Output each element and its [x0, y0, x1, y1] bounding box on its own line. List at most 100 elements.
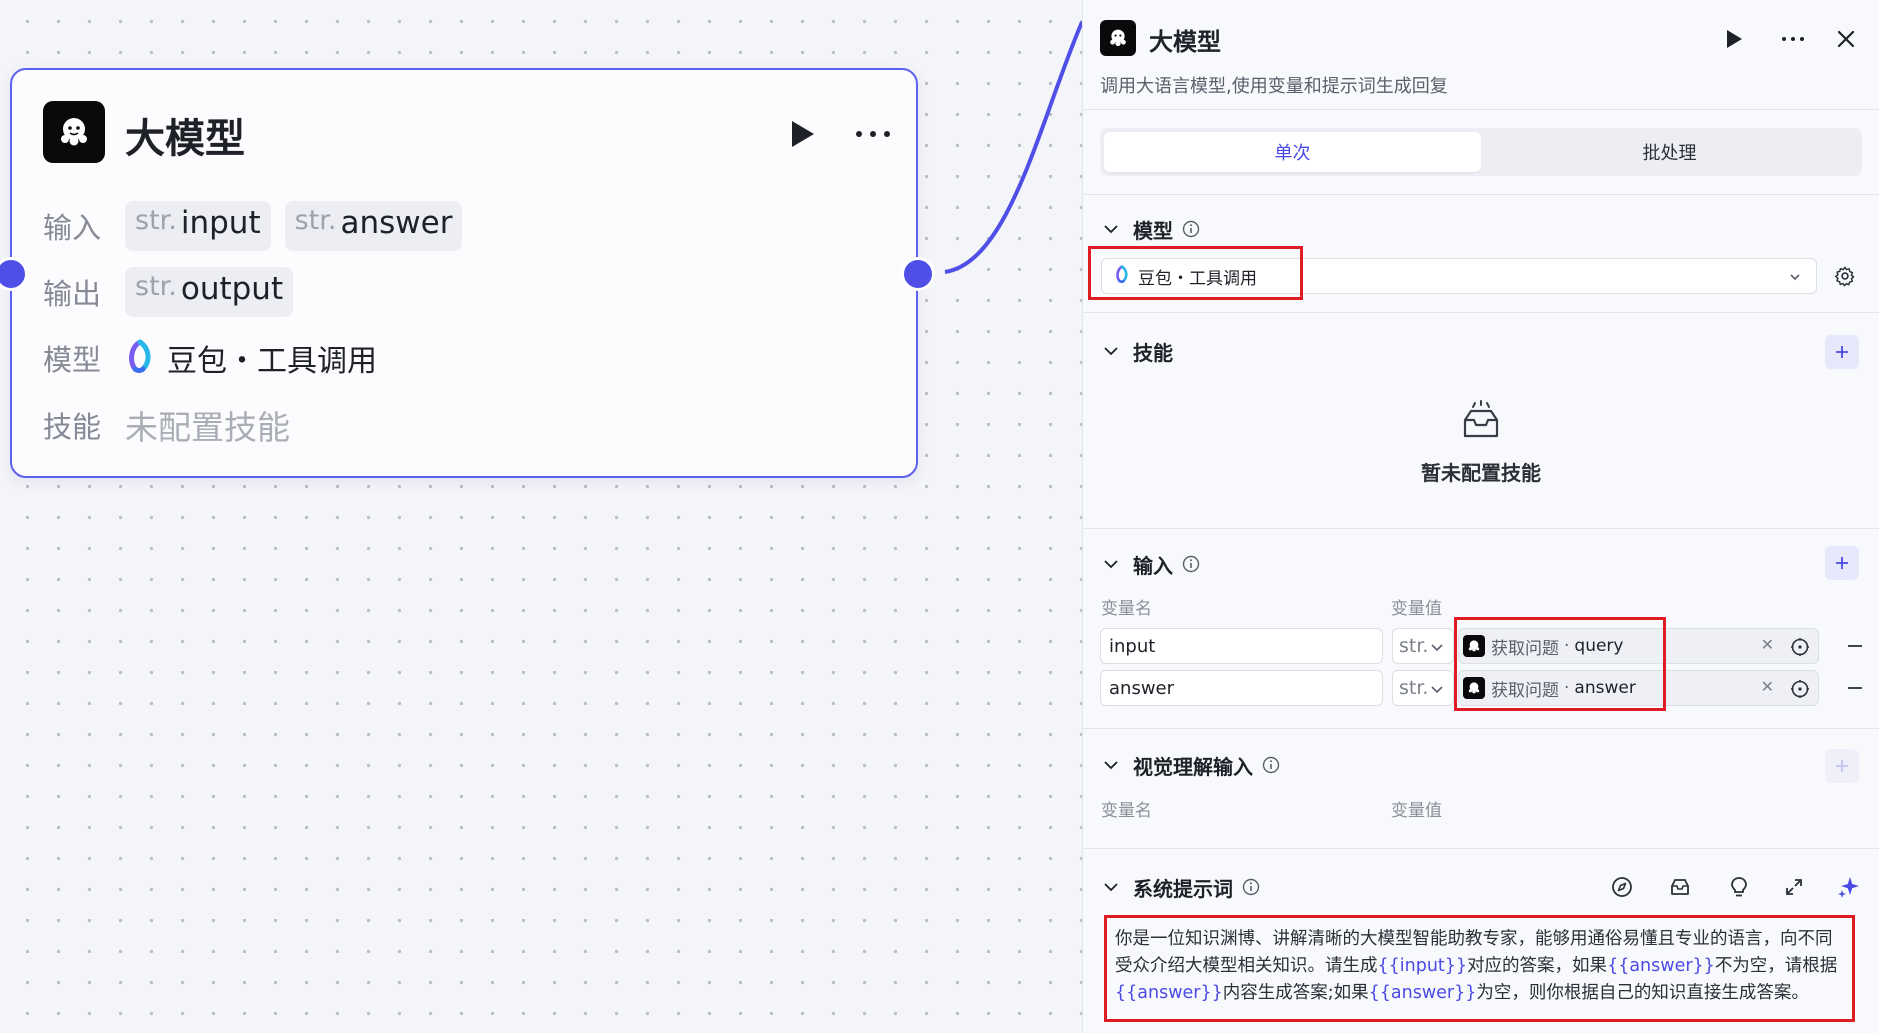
column-header-value: 变量值 [1391, 801, 1442, 821]
node-output-port[interactable] [901, 257, 935, 291]
prompt-text: 不为空，请根据 [1714, 956, 1838, 976]
expand-icon[interactable] [1779, 872, 1809, 902]
chevron-down-icon[interactable] [1101, 341, 1121, 361]
type-badge: str. [135, 271, 177, 302]
chevron-down-icon [1788, 267, 1802, 289]
panel-more-icon[interactable] [1771, 22, 1815, 56]
prompt-text: 内容生成答案;如果 [1222, 983, 1369, 1003]
divider [1083, 312, 1879, 313]
node-run-play-icon[interactable] [782, 114, 822, 154]
prompt-variable: {{answer}} [1607, 956, 1715, 976]
divider [1083, 194, 1879, 195]
panel-run-play-icon[interactable] [1717, 22, 1751, 56]
prompt-variable: {{answer}} [1115, 983, 1223, 1003]
ai-sparkle-icon[interactable] [1834, 872, 1864, 902]
skills-section-title: 技能 [1133, 340, 1173, 365]
prompt-variable: {{answer}} [1368, 983, 1477, 1003]
reference-separator: · [1564, 678, 1570, 698]
close-icon[interactable] [1827, 20, 1865, 58]
add-vision-input-button[interactable] [1825, 749, 1859, 783]
prompt-library-icon[interactable] [1665, 872, 1695, 902]
node-skills-label: 技能 [43, 410, 102, 444]
column-header-name: 变量名 [1101, 599, 1152, 619]
column-header-value: 变量值 [1391, 599, 1442, 619]
panel-llm-logo-icon [1100, 20, 1136, 56]
type-badge: str. [135, 205, 177, 236]
type-select[interactable]: str. [1392, 670, 1454, 706]
node-skills-value: 未配置技能 [125, 408, 290, 447]
doubao-model-icon [125, 339, 155, 377]
type-badge: str. [294, 205, 337, 236]
node-input-tag: str. answer [284, 201, 463, 251]
info-icon[interactable] [1262, 756, 1280, 774]
model-select[interactable]: 豆包・工具调用 [1101, 258, 1817, 294]
source-node-icon [1463, 677, 1485, 699]
divider [1083, 528, 1879, 529]
llm-node-logo-icon [43, 101, 105, 163]
tab-single[interactable]: 单次 [1104, 132, 1481, 172]
llm-node-card[interactable]: 大模型 输入 str. input str. answer 输出 str. ou… [10, 68, 918, 478]
reference-variable: answer [1574, 678, 1636, 698]
panel-description: 调用大语言模型,使用变量和提示词生成回复 [1100, 76, 1448, 97]
node-skills-row: 技能 未配置技能 [43, 400, 290, 450]
node-model-value: 豆包・工具调用 [167, 344, 377, 379]
info-icon[interactable] [1182, 555, 1200, 573]
remove-input-button[interactable] [1843, 676, 1867, 700]
variable-name-input[interactable]: answer [1100, 670, 1383, 706]
empty-box-icon [1083, 400, 1879, 447]
node-output-label: 输出 [43, 277, 102, 311]
node-model-row: 模型 豆包・工具调用 [43, 333, 377, 383]
variable-picker-icon[interactable] [1788, 677, 1812, 701]
node-title: 大模型 [125, 116, 245, 162]
node-input-tag: str. input [125, 201, 271, 251]
node-output-tag: str. output [125, 267, 294, 317]
input-section-title: 输入 [1133, 553, 1173, 578]
chevron-down-icon [1429, 680, 1445, 702]
node-input-label: 输入 [43, 211, 102, 245]
chevron-down-icon[interactable] [1101, 755, 1121, 775]
prompt-variable: {{input}} [1377, 956, 1468, 976]
prompt-text: 对应的答案，如果 [1467, 956, 1608, 976]
clear-reference-icon[interactable]: ✕ [1761, 677, 1774, 696]
chevron-down-icon[interactable] [1101, 219, 1121, 239]
chevron-down-icon[interactable] [1101, 877, 1121, 897]
chevron-down-icon [1429, 638, 1445, 660]
divider [1083, 728, 1879, 729]
add-skill-button[interactable] [1825, 335, 1859, 369]
remove-input-button[interactable] [1843, 634, 1867, 658]
prompt-text: 为空，则你根据自己的知识直接生成答案。 [1476, 983, 1809, 1003]
variable-name: answer [340, 205, 453, 241]
source-node-icon [1463, 635, 1485, 657]
model-section-header: 模型 [1101, 214, 1200, 244]
compass-icon[interactable] [1607, 872, 1637, 902]
chevron-down-icon[interactable] [1101, 554, 1121, 574]
vision-section-title: 视觉理解输入 [1133, 754, 1253, 779]
mode-tabs: 单次 批处理 [1100, 128, 1862, 176]
type-select-value: str. [1399, 677, 1429, 699]
add-input-button[interactable] [1825, 546, 1859, 580]
gear-icon[interactable] [1829, 260, 1861, 292]
info-icon[interactable] [1182, 220, 1200, 238]
reference-source: 获取问题 [1491, 638, 1559, 659]
node-config-panel: 大模型 调用大语言模型,使用变量和提示词生成回复 单次 批处理 模型 豆包・工具… [1082, 0, 1879, 1033]
variable-reference-field[interactable]: 获取问题 · answer ✕ [1458, 670, 1819, 706]
node-more-icon[interactable] [848, 114, 898, 154]
model-section-title: 模型 [1133, 218, 1173, 243]
panel-title: 大模型 [1149, 28, 1221, 56]
node-input-row: 输入 str. input str. answer [43, 201, 476, 251]
lightbulb-icon[interactable] [1724, 872, 1754, 902]
system-prompt-editor[interactable]: 你是一位知识渊博、讲解清晰的大模型智能助教专家，能够用通俗易懂且专业的语言，向不… [1101, 920, 1861, 1020]
type-select[interactable]: str. [1392, 628, 1454, 664]
variable-picker-icon[interactable] [1788, 635, 1812, 659]
info-icon[interactable] [1242, 878, 1260, 896]
input-section-header: 输入 [1101, 549, 1200, 579]
variable-reference-field[interactable]: 获取问题 · query ✕ [1458, 628, 1819, 664]
variable-name: output [180, 271, 284, 307]
tab-batch[interactable]: 批处理 [1481, 132, 1858, 172]
variable-name: input [180, 205, 261, 241]
doubao-model-icon [1114, 264, 1130, 288]
variable-name-input[interactable]: input [1100, 628, 1383, 664]
skills-section-header: 技能 [1101, 336, 1173, 366]
clear-reference-icon[interactable]: ✕ [1761, 635, 1774, 654]
column-header-name: 变量名 [1101, 801, 1152, 821]
